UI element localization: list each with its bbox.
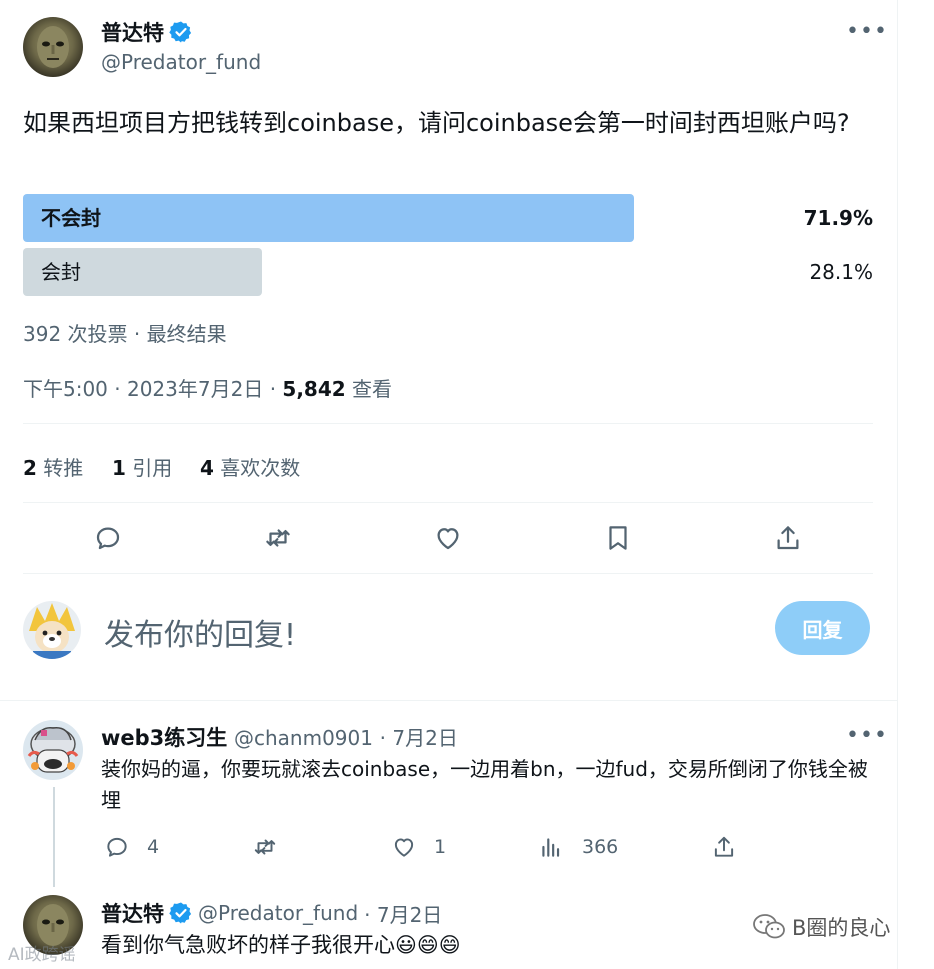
reply-header: web3练习生 @chanm0901 · 7月2日: [101, 722, 458, 752]
author-handle[interactable]: @Predator_fund: [101, 50, 261, 74]
reply-button[interactable]: 回复: [775, 601, 870, 655]
reply-input[interactable]: 发布你的回复!: [104, 610, 296, 654]
poll-option-2-label: 会封: [41, 260, 81, 284]
author-avatar[interactable]: [23, 17, 83, 77]
bookmark-icon[interactable]: [601, 521, 635, 555]
verified-badge-icon: [169, 901, 193, 925]
reply-more-options-icon[interactable]: •••: [846, 725, 888, 747]
poll-option-2-percent: 28.1%: [809, 260, 873, 284]
cartoon-dog-avatar-icon: [29, 603, 75, 659]
quote-count: 1: [112, 456, 126, 480]
watermark-right-text: B圈的良心: [792, 916, 891, 940]
views-label: 查看: [352, 377, 393, 401]
retweet-stat[interactable]: 2 转推: [23, 452, 83, 481]
reply-reply-count: 4: [147, 836, 160, 858]
quote-stat[interactable]: 1 引用: [112, 452, 172, 481]
like-count: 4: [200, 456, 214, 480]
reply-author-avatar[interactable]: [23, 720, 83, 780]
share-icon[interactable]: [771, 521, 805, 555]
poll-summary: 392 次投票 · 最终结果: [23, 322, 227, 346]
column-border: [897, 0, 898, 969]
poll-bar-option-1: [23, 194, 634, 242]
reply2-text: 看到你气急败坏的样子我很开心😃😄😄: [101, 933, 461, 957]
reply2-author-name[interactable]: 普达特: [101, 898, 164, 928]
poll-option-1-label: 不会封: [41, 206, 101, 230]
tweet-timestamp-row: 下午5:00 · 2023年7月2日 · 5,842 查看: [23, 373, 392, 402]
more-options-icon[interactable]: •••: [846, 21, 888, 43]
divider: [23, 423, 873, 424]
reply-reply-icon[interactable]: [100, 830, 134, 864]
tweet-time[interactable]: 下午5:00 · 2023年7月2日 ·: [23, 377, 276, 401]
watermark-left: AI政跨谣: [8, 945, 76, 965]
divider: [23, 502, 873, 503]
reply2-date[interactable]: · 7月2日: [364, 899, 442, 928]
reply-retweet-icon[interactable]: [248, 830, 282, 864]
retweet-icon[interactable]: [261, 521, 295, 555]
tweet-text: 如果西坦项目方把钱转到coinbase，请问coinbase会第一时间封西坦账户…: [23, 109, 850, 137]
reply-views-count: 366: [582, 836, 619, 858]
mask-face-icon: [37, 26, 69, 68]
views-count: 5,842: [282, 377, 346, 401]
wechat-icon: [752, 912, 786, 942]
quote-label: 引用: [132, 456, 173, 480]
poll-option-1-percent: 71.9%: [803, 206, 873, 230]
watermark-right: B圈的良心: [752, 912, 890, 942]
reply2-header: 普达特 @Predator_fund · 7月2日: [101, 898, 442, 928]
divider: [0, 700, 897, 701]
like-stat[interactable]: 4 喜欢次数: [200, 452, 300, 481]
retweet-count: 2: [23, 456, 37, 480]
like-icon[interactable]: [431, 521, 465, 555]
reply2-author-handle[interactable]: @Predator_fund: [198, 901, 358, 925]
thread-line: [53, 787, 55, 887]
user-avatar[interactable]: [23, 601, 81, 659]
verified-badge-icon: [169, 20, 193, 44]
reply-author-name[interactable]: web3练习生: [101, 726, 227, 750]
retweet-label: 转推: [43, 456, 84, 480]
reply-like-count: 1: [434, 836, 447, 858]
reply-text: 装你妈的逼，你要玩就滚去coinbase，一边用着bn，一边fud，交易所倒闭了…: [101, 757, 868, 812]
author-name[interactable]: 普达特: [101, 17, 164, 47]
reply-views-icon[interactable]: [534, 830, 568, 864]
reply-date[interactable]: · 7月2日: [380, 726, 458, 750]
divider: [23, 573, 873, 574]
reply-like-icon[interactable]: [387, 830, 421, 864]
cartoon-character-avatar-icon: [27, 727, 79, 773]
reply-icon[interactable]: [91, 521, 125, 555]
reply-author-handle[interactable]: @chanm0901: [234, 726, 373, 750]
reply-share-icon[interactable]: [707, 830, 741, 864]
like-label: 喜欢次数: [220, 456, 301, 480]
